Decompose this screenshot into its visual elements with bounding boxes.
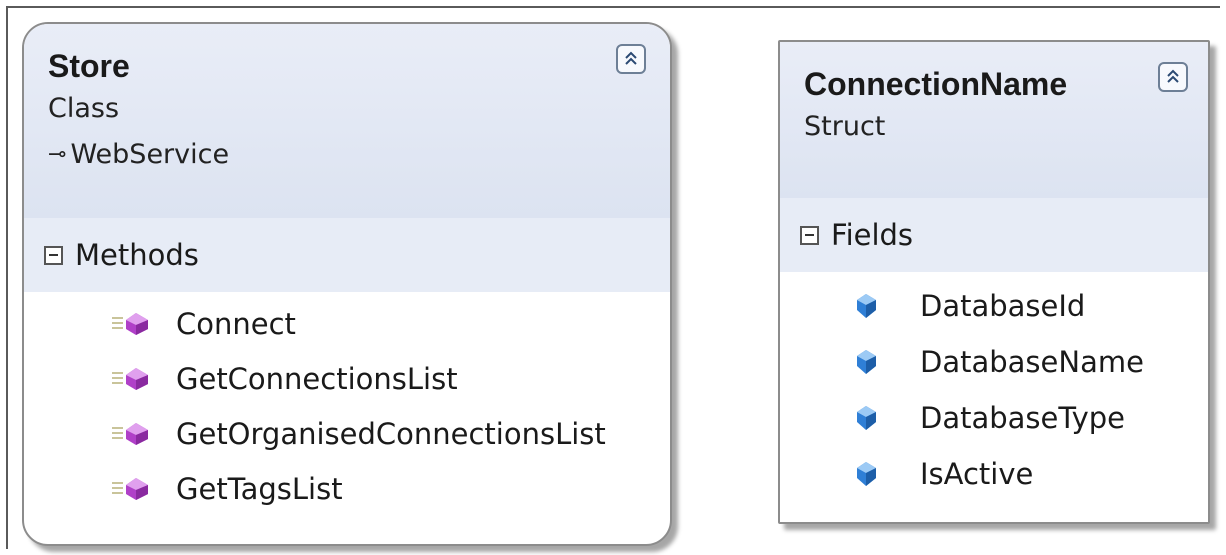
member-name: GetOrganisedConnectionsList bbox=[176, 416, 606, 451]
fields-list: DatabaseId DatabaseName DatabaseType IsActi… bbox=[780, 272, 1208, 502]
struct-kind: Struct bbox=[804, 111, 886, 142]
base-type-name: WebService bbox=[70, 139, 230, 170]
member-row[interactable]: DatabaseName bbox=[780, 334, 1208, 390]
field-icon bbox=[857, 294, 876, 318]
base-type-row: ⊸ WebService bbox=[48, 132, 670, 178]
collapse-compartment-toggle[interactable] bbox=[800, 225, 819, 245]
class-name: Store bbox=[48, 48, 130, 84]
member-row[interactable]: GetConnectionsList bbox=[24, 351, 670, 406]
method-icon bbox=[112, 477, 148, 500]
member-row[interactable]: Connect bbox=[24, 296, 670, 351]
methods-list: Connect GetConnectionsList GetOrganisedCon… bbox=[24, 292, 670, 516]
collapse-button[interactable] bbox=[1158, 62, 1188, 92]
member-row[interactable]: DatabaseId bbox=[780, 278, 1208, 334]
member-name: DatabaseType bbox=[920, 401, 1125, 435]
collapse-compartment-toggle[interactable] bbox=[44, 245, 63, 265]
compartment-label: Methods bbox=[75, 238, 199, 272]
member-name: IsActive bbox=[920, 457, 1034, 491]
member-row[interactable]: DatabaseType bbox=[780, 390, 1208, 446]
chevron-double-up-icon bbox=[1167, 69, 1179, 83]
member-row[interactable]: GetTagsList bbox=[24, 461, 670, 516]
struct-name: ConnectionName bbox=[804, 66, 1068, 102]
compartment-label: Fields bbox=[831, 218, 914, 252]
fields-compartment-header: Fields bbox=[780, 198, 1208, 272]
struct-shape-connectionname[interactable]: ConnectionName Struct Fields DatabaseId D… bbox=[778, 40, 1210, 524]
member-name: GetConnectionsList bbox=[176, 361, 458, 396]
method-icon bbox=[112, 367, 148, 390]
class-header: Store Class ⊸ WebService bbox=[24, 24, 670, 218]
collapse-button[interactable] bbox=[616, 44, 646, 74]
struct-header: ConnectionName Struct bbox=[780, 42, 1208, 198]
member-name: Connect bbox=[176, 306, 296, 341]
member-name: DatabaseName bbox=[920, 345, 1144, 379]
methods-compartment-header: Methods bbox=[24, 218, 670, 292]
field-icon bbox=[857, 462, 876, 486]
member-row[interactable]: GetOrganisedConnectionsList bbox=[24, 406, 670, 461]
class-kind: Class bbox=[48, 93, 120, 124]
class-shape-store[interactable]: Store Class ⊸ WebService Methods Connect… bbox=[22, 22, 672, 546]
chevron-double-up-icon bbox=[625, 51, 637, 65]
member-name: GetTagsList bbox=[176, 471, 343, 506]
member-row[interactable]: IsActive bbox=[780, 446, 1208, 502]
field-icon bbox=[857, 406, 876, 430]
method-icon bbox=[112, 312, 148, 335]
method-icon bbox=[112, 422, 148, 445]
field-icon bbox=[857, 350, 876, 374]
member-name: DatabaseId bbox=[920, 289, 1086, 323]
inheritance-arrow-icon: ⊸ bbox=[48, 142, 67, 167]
